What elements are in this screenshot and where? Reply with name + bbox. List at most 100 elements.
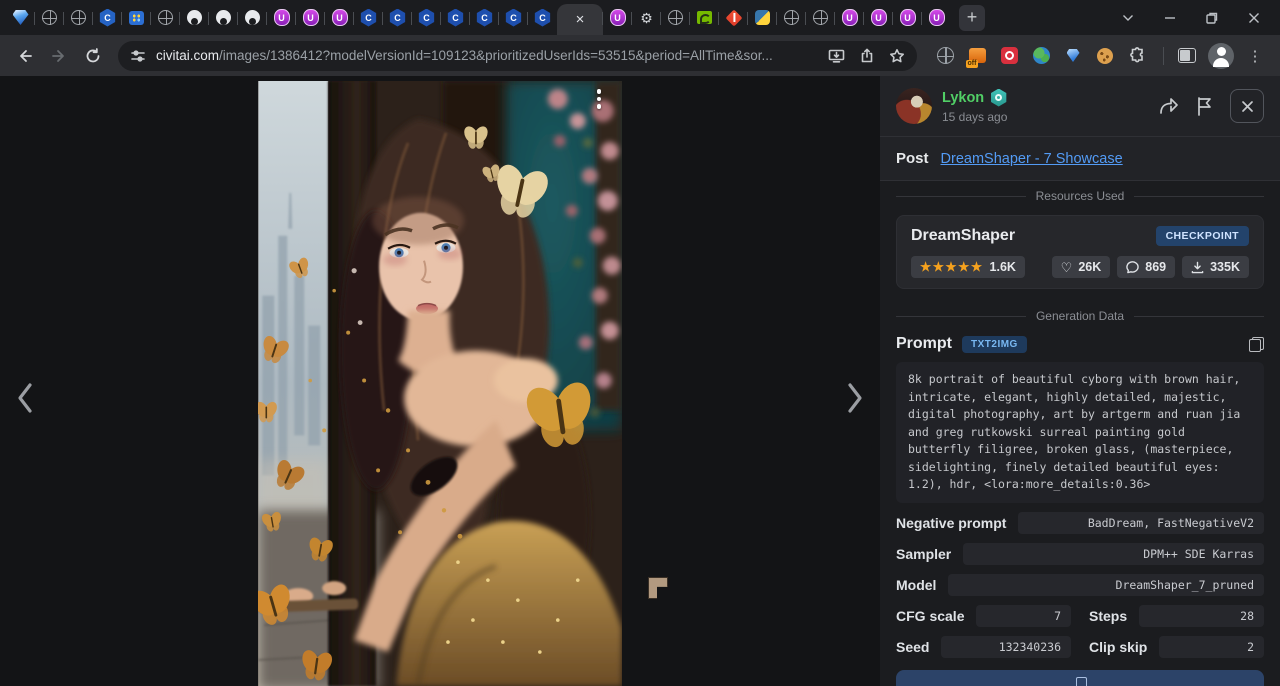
extension-blocker-off-icon[interactable]: off — [967, 46, 987, 66]
pinned-tab[interactable]: C — [412, 4, 441, 32]
pinned-tab[interactable]: U — [864, 4, 893, 32]
pinned-tab[interactable] — [122, 4, 151, 32]
pinned-tab[interactable] — [719, 4, 748, 32]
next-image-button[interactable] — [838, 376, 872, 420]
pinned-tab[interactable] — [180, 4, 209, 32]
pinned-tab[interactable]: C — [441, 4, 470, 32]
clip-skip-value[interactable]: 2 — [1159, 636, 1264, 658]
bookmark-star-icon[interactable] — [889, 48, 905, 64]
pinned-tab[interactable]: C — [499, 4, 528, 32]
back-button[interactable] — [10, 41, 40, 71]
sampler-value[interactable]: DPM++ SDE Karras — [963, 543, 1264, 565]
minimize-icon[interactable] — [1164, 12, 1176, 24]
cfg-scale-label: CFG scale — [896, 608, 964, 624]
negative-prompt-value[interactable]: BadDream, FastNegativeV2 — [1018, 512, 1264, 534]
flag-icon[interactable] — [1196, 96, 1214, 116]
resource-card[interactable]: DreamShaper CHECKPOINT ★★★★★ 1.6K ♡ 26K — [896, 215, 1264, 289]
pinned-tab[interactable]: ⚙ — [632, 4, 661, 32]
copy-icon[interactable] — [1249, 337, 1264, 352]
active-tab[interactable]: × — [557, 4, 603, 35]
side-panel-icon — [1178, 48, 1196, 63]
profile-button[interactable] — [1206, 41, 1236, 71]
image-options-button[interactable] — [592, 89, 606, 115]
pinned-tab[interactable] — [748, 4, 777, 32]
side-panel-button[interactable] — [1172, 41, 1202, 71]
extension-globe-icon[interactable] — [935, 46, 955, 66]
pinned-tab[interactable]: C — [354, 4, 383, 32]
pinned-tab[interactable] — [238, 4, 267, 32]
pinned-tab[interactable]: C — [470, 4, 499, 32]
install-app-icon[interactable] — [828, 48, 845, 64]
seed-value[interactable]: 132340236 — [941, 636, 1071, 658]
toolbar-divider — [1163, 47, 1164, 65]
pinned-tab[interactable]: U — [835, 4, 864, 32]
pinned-tab[interactable] — [690, 4, 719, 32]
restore-icon[interactable] — [1206, 12, 1218, 24]
pinned-tab[interactable] — [209, 4, 238, 32]
new-tab-button[interactable]: + — [959, 5, 985, 31]
rating-pill[interactable]: ★★★★★ 1.6K — [911, 256, 1025, 278]
pinned-tab[interactable]: U — [296, 4, 325, 32]
pinned-tab[interactable]: U — [325, 4, 354, 32]
chevron-right-icon — [843, 381, 867, 415]
close-window-icon[interactable] — [1248, 12, 1260, 24]
pinned-tab[interactable]: U — [922, 4, 951, 32]
browser-menu-button[interactable]: ⋮ — [1240, 41, 1270, 71]
u-site-icon: U — [610, 9, 626, 26]
user-avatar[interactable] — [896, 88, 932, 124]
model-value[interactable]: DreamShaper_7_pruned — [948, 574, 1264, 596]
comments-pill[interactable]: 869 — [1117, 256, 1175, 278]
heart-icon: ♡ — [1061, 261, 1073, 274]
close-panel-button[interactable] — [1230, 89, 1264, 123]
cfg-scale-value[interactable]: 7 — [976, 605, 1071, 627]
steps-value[interactable]: 28 — [1139, 605, 1264, 627]
tab-close-icon[interactable]: × — [576, 12, 585, 27]
steps-label: Steps — [1089, 608, 1127, 624]
likes-pill[interactable]: ♡ 26K — [1052, 256, 1111, 278]
copy-generation-data-button[interactable] — [896, 670, 1264, 686]
pinned-tab[interactable]: U — [603, 4, 632, 32]
panel-scroll-area[interactable]: Resources Used DreamShaper CHECKPOINT ★★… — [880, 180, 1280, 686]
briefcase-icon — [129, 11, 144, 25]
forward-icon — [51, 48, 67, 64]
pinned-tab[interactable] — [777, 4, 806, 32]
address-bar[interactable]: civitai.com/images/1386412?modelVersionI… — [118, 41, 917, 71]
pinned-tab[interactable]: C — [528, 4, 557, 32]
extension-gem-icon[interactable] — [1063, 46, 1083, 66]
chevron-down-icon[interactable] — [1122, 14, 1134, 22]
share-page-icon[interactable] — [859, 48, 875, 64]
previous-image-button[interactable] — [8, 376, 42, 420]
pinned-tab[interactable] — [661, 4, 690, 32]
civitai-icon: C — [476, 9, 493, 27]
kebab-dot — [597, 97, 602, 102]
resource-name[interactable]: DreamShaper — [911, 227, 1015, 245]
share-icon[interactable] — [1158, 96, 1180, 116]
pinned-tab[interactable]: U — [893, 4, 922, 32]
globe-icon — [668, 10, 683, 25]
username[interactable]: Lykon — [942, 90, 984, 106]
rating-count: 1.6K — [990, 260, 1016, 274]
extension-red-o-icon[interactable] — [999, 46, 1019, 66]
pinned-tab[interactable]: C — [93, 4, 122, 32]
back-icon — [17, 48, 33, 64]
pinned-tab[interactable] — [806, 4, 835, 32]
downloads-pill[interactable]: 335K — [1182, 256, 1249, 278]
pinned-tab[interactable]: C — [383, 4, 412, 32]
pinned-tab[interactable]: U — [267, 4, 296, 32]
extensions-puzzle-icon[interactable] — [1127, 46, 1147, 66]
civitai-icon: C — [534, 9, 551, 27]
url-text[interactable]: civitai.com/images/1386412?modelVersionI… — [156, 48, 818, 63]
generated-image[interactable] — [258, 81, 622, 686]
extension-earth-icon[interactable] — [1031, 46, 1051, 66]
image-viewer — [0, 76, 880, 686]
prompt-text[interactable]: 8k portrait of beautiful cyborg with bro… — [896, 362, 1264, 503]
post-link[interactable]: DreamShaper - 7 Showcase — [941, 151, 1123, 167]
pinned-tab[interactable] — [64, 4, 93, 32]
reload-button[interactable] — [78, 41, 108, 71]
extension-cookie-icon[interactable] — [1095, 46, 1115, 66]
pinned-tab[interactable] — [151, 4, 180, 32]
pinned-tab[interactable] — [6, 4, 35, 32]
forward-button[interactable] — [44, 41, 74, 71]
site-settings-icon[interactable] — [130, 48, 146, 64]
pinned-tab[interactable] — [35, 4, 64, 32]
